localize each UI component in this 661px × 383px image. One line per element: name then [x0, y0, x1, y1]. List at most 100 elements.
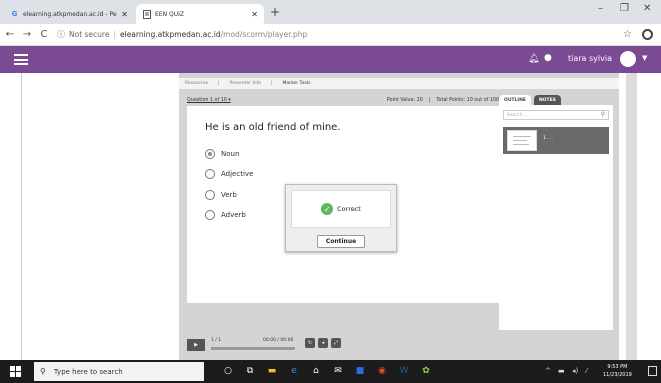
radio-button-selected[interactable]	[205, 149, 215, 159]
slide-header: Question 1 of 10 ▾ Point Value: 10 | Tot…	[187, 95, 499, 105]
user-name[interactable]: tiara sylvia	[568, 54, 612, 63]
forward-icon[interactable]: →	[20, 29, 34, 40]
account-icon[interactable]	[642, 29, 653, 40]
url-host: elearning.atkpmedan.ac.id	[120, 30, 221, 39]
word-icon[interactable]: W	[398, 365, 410, 377]
battery-icon[interactable]: ▬	[558, 367, 565, 375]
option-verb[interactable]: Verb	[205, 190, 237, 200]
browser-tab-elearning[interactable]: G elearning.atkpmedan.ac.id - Pers ✕	[4, 4, 134, 24]
option-adjective[interactable]: Adjective	[205, 169, 253, 179]
new-tab-icon[interactable]: +	[270, 5, 280, 19]
option-label: Verb	[221, 191, 237, 199]
messages-icon[interactable]: ●	[544, 53, 552, 63]
continue-button[interactable]: Continue	[317, 235, 365, 248]
tab-presenter-info[interactable]: Presenter Info	[230, 81, 261, 86]
question-text: He is an old friend of mine.	[205, 122, 341, 133]
radio-button[interactable]	[205, 210, 215, 220]
play-icon[interactable]: ▶	[187, 339, 205, 351]
edge-icon[interactable]: e	[288, 365, 300, 377]
option-adverb[interactable]: Adverb	[205, 210, 246, 220]
player-controls: ▶ 1 / 1 00:00 / 00:00 ↻ ◂ ⤢	[179, 335, 619, 357]
sidebar-tabs: OUTLINE NOTES	[499, 95, 613, 105]
browser-toolbar: ← → C ⓘ Not secure | elearning.atkpmedan…	[0, 24, 661, 46]
progress-bar[interactable]	[211, 347, 295, 350]
user-avatar[interactable]	[620, 51, 636, 67]
close-tab-icon[interactable]: ✕	[251, 10, 258, 19]
clock-date: 11/23/2019	[603, 372, 632, 378]
scorm-player: Resources | Presenter Info | Marker Tool…	[179, 73, 619, 360]
taskbar-search-input[interactable]: ⚲ Type here to search	[34, 362, 204, 381]
chrome-icon[interactable]: ◉	[376, 365, 388, 377]
outline-panel: Search... ⚲ 1. ...	[499, 105, 613, 330]
tab-notes[interactable]: NOTES	[533, 95, 561, 105]
fullscreen-icon[interactable]: ⤢	[331, 338, 341, 348]
mail-icon[interactable]: ✉	[332, 365, 344, 377]
quiz-slide: He is an old friend of mine. Noun Adject…	[187, 106, 499, 303]
radio-button[interactable]	[205, 190, 215, 200]
app-icon[interactable]: ✿	[420, 365, 432, 377]
question-nav-dropdown[interactable]: Question 1 of 10 ▾	[187, 98, 387, 103]
info-icon[interactable]: ⓘ	[57, 29, 65, 40]
windows-start-icon[interactable]	[10, 366, 21, 377]
option-noun[interactable]: Noun	[205, 149, 239, 159]
maximize-icon[interactable]: ❐	[620, 3, 629, 14]
address-bar[interactable]: ⓘ Not secure | elearning.atkpmedan.ac.id…	[57, 27, 623, 43]
outline-search-input[interactable]: Search... ⚲	[503, 110, 609, 120]
tab-title: EEN QUIZ	[155, 10, 184, 18]
browser-tab-quiz[interactable]: EEN QUIZ ✕	[136, 4, 264, 24]
volume-icon[interactable]: ◂)	[572, 367, 578, 375]
feedback-dialog: ✓ Correct Continue	[285, 184, 397, 252]
tab-outline[interactable]: OUTLINE	[499, 95, 531, 105]
player-top-tabs: Resources | Presenter Info | Marker Tool…	[179, 78, 619, 89]
google-icon: G	[11, 10, 18, 18]
volume-icon[interactable]: ◂	[318, 338, 328, 348]
clock-time: 9:53 PM	[607, 364, 628, 370]
document-icon	[142, 9, 151, 19]
outline-item[interactable]: 1. ...	[503, 127, 609, 154]
close-tab-icon[interactable]: ✕	[121, 10, 128, 19]
total-points: Total Points: 10 out of 100	[436, 97, 499, 103]
taskbar-clock[interactable]: 9:53 PM 11/23/2019	[603, 363, 632, 379]
tab-title: elearning.atkpmedan.ac.id - Pers	[23, 10, 118, 18]
point-value: Point Value: 10	[386, 97, 423, 103]
tray-chevron-icon[interactable]: ^	[545, 367, 551, 375]
radio-button[interactable]	[205, 169, 215, 179]
notification-bell-icon[interactable]: 🔔︎	[528, 54, 539, 64]
security-label: Not secure	[69, 30, 110, 39]
app-icon[interactable]: ■	[354, 365, 366, 377]
tab-divider: |	[270, 81, 273, 86]
url-separator: |	[113, 30, 116, 39]
file-explorer-icon[interactable]: ▬	[266, 365, 278, 377]
replay-icon[interactable]: ↻	[305, 338, 315, 348]
search-placeholder: Type here to search	[53, 367, 123, 376]
hamburger-menu-icon[interactable]	[14, 54, 28, 65]
search-icon: ⚲	[40, 367, 46, 376]
reload-icon[interactable]: C	[37, 29, 51, 40]
feedback-text: Correct	[337, 205, 361, 213]
user-menu-chevron-icon[interactable]: ▼	[642, 54, 647, 62]
feedback-message-box: ✓ Correct	[291, 190, 391, 228]
tab-divider: |	[217, 81, 220, 86]
browser-tabstrip: G elearning.atkpmedan.ac.id - Pers ✕ EEN…	[0, 0, 661, 24]
site-header: 🔔︎ ● tiara sylvia ▼	[0, 46, 661, 73]
left-divider	[21, 73, 22, 360]
tab-resources[interactable]: Resources	[185, 81, 208, 86]
task-view-icon[interactable]: ⧉	[244, 365, 256, 377]
option-label: Adjective	[221, 170, 254, 178]
page-scrollbar[interactable]	[626, 73, 637, 360]
tab-marker-tools[interactable]: Marker Tools	[283, 81, 311, 86]
action-center-icon[interactable]	[648, 366, 657, 376]
search-icon[interactable]: ⚲	[601, 111, 605, 118]
search-placeholder: Search...	[507, 112, 527, 118]
close-window-icon[interactable]: ✕	[643, 3, 651, 14]
minimize-icon[interactable]: –	[598, 3, 603, 14]
store-icon[interactable]: ⌂	[310, 365, 322, 377]
network-icon[interactable]: ⁄	[586, 367, 587, 375]
outline-item-label: 1. ...	[543, 136, 554, 141]
header-divider: |	[428, 97, 431, 103]
back-icon[interactable]: ←	[3, 29, 17, 40]
cortana-icon[interactable]: ○	[222, 365, 234, 377]
bookmark-star-icon[interactable]: ☆	[623, 29, 632, 40]
checkmark-icon: ✓	[321, 203, 334, 215]
windows-taskbar: ⚲ Type here to search ○ ⧉ ▬ e ⌂ ✉ ■ ◉ W …	[0, 360, 661, 383]
